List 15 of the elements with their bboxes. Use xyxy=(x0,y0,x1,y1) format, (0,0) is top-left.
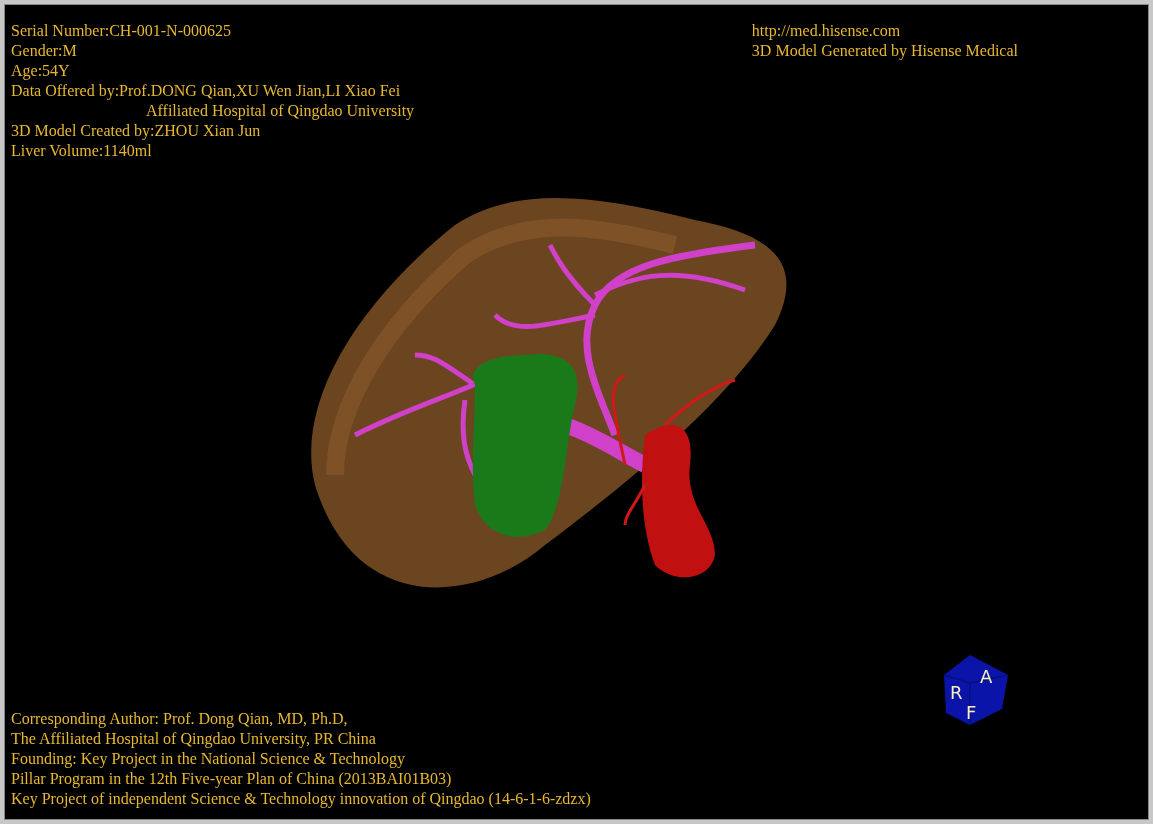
vendor-info-line: http://med.hisense.com xyxy=(751,21,902,41)
credit-line: Corresponding Author: Prof. Dong Qian, MD, Ph.D, xyxy=(11,709,349,729)
credit-line: Pillar Program in the 12th Five-year Plan of China (2013BAI01B03) xyxy=(11,769,453,789)
patient-info-line: Liver Volume:1140ml xyxy=(11,141,153,161)
patient-info-line: Serial Number:CH-001-N-000625 xyxy=(11,21,232,41)
credit-line: Founding: Key Project in the National Science & Technology xyxy=(11,749,407,769)
credit-line: The Affiliated Hospital of Qingdao University, PR China xyxy=(11,729,377,749)
patient-info-line: Data Offered by:Prof.DONG Qian,XU Wen Jian,LI Xiao Fei xyxy=(11,81,402,101)
patient-info-line: Gender:M xyxy=(11,41,78,61)
viewer-canvas[interactable] xyxy=(4,4,1149,820)
credit-line: Key Project of independent Science & Technology innovation of Qingdao (14-6-1-6-zdzx) xyxy=(11,789,591,809)
vendor-info-line: 3D Model Generated by Hisense Medical xyxy=(751,41,1018,61)
patient-info-line: Age:54Y xyxy=(11,61,71,81)
patient-info-line: 3D Model Created by:ZHOU Xian Jun xyxy=(11,121,262,141)
patient-info-line: Affiliated Hospital of Qingdao University xyxy=(145,101,415,121)
